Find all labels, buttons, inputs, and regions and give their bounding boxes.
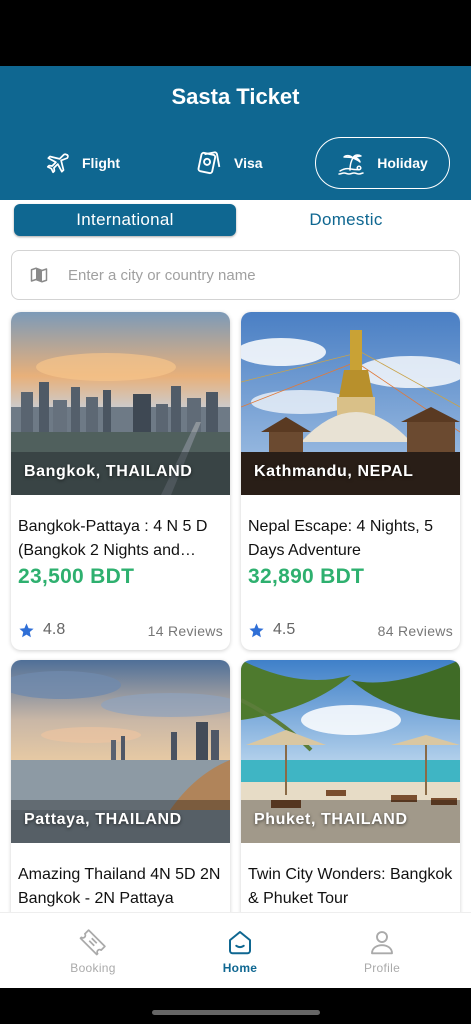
- package-rating: 4.5: [248, 621, 295, 639]
- nav-booking-label: Booking: [70, 961, 116, 975]
- star-icon: [249, 622, 264, 637]
- app-title: Sasta Ticket: [171, 84, 300, 109]
- app-screen: Sasta Ticket Flight Visa Holiday Interna…: [0, 0, 471, 1024]
- package-card[interactable]: Pattaya, THAILAND Amazing Thailand 4N 5D…: [11, 660, 230, 912]
- rating-value: 4.8: [43, 621, 66, 638]
- home-icon: [229, 931, 251, 955]
- package-title: Bangkok-Pattaya : 4 N 5 D (Bangkok 2 Nig…: [18, 518, 208, 559]
- system-gesture-area: [0, 988, 471, 1024]
- package-title: Nepal Escape: 4 Nights, 5 Days Adventure: [248, 518, 433, 559]
- status-bar: [0, 0, 471, 66]
- package-location: Bangkok, THAILAND: [24, 463, 193, 480]
- passport-icon: [197, 151, 221, 175]
- package-image: Bangkok, THAILAND: [11, 312, 230, 495]
- search-bar[interactable]: [11, 250, 460, 300]
- package-location: Kathmandu, NEPAL: [254, 463, 414, 480]
- header: Sasta Ticket Flight Visa Holiday: [0, 66, 471, 200]
- nav-home[interactable]: Home: [195, 927, 285, 975]
- tab-flight-label: Flight: [82, 155, 121, 171]
- region-segment: International Domestic: [14, 204, 460, 236]
- segment-domestic[interactable]: Domestic: [246, 204, 446, 236]
- tab-holiday-label: Holiday: [377, 155, 428, 171]
- package-price: 23,500 BDT: [18, 565, 135, 588]
- segment-international[interactable]: International: [14, 204, 236, 236]
- package-card[interactable]: Kathmandu, NEPAL Nepal Escape: 4 Nights,…: [241, 312, 460, 650]
- rating-value: 4.5: [273, 621, 296, 638]
- package-location: Phuket, THAILAND: [254, 811, 408, 828]
- bottom-nav: Booking Home Profile: [0, 912, 471, 988]
- review-count: 14 Reviews: [147, 623, 223, 639]
- nav-home-label: Home: [222, 961, 258, 975]
- package-rating: 4.8: [18, 621, 65, 639]
- user-icon: [371, 931, 393, 955]
- map-icon: [30, 267, 48, 283]
- tab-flight[interactable]: Flight: [44, 137, 120, 189]
- main-content: International Domestic Enter a city or c…: [0, 200, 471, 912]
- package-image: Pattaya, THAILAND: [11, 660, 230, 843]
- package-card[interactable]: Phuket, THAILAND Twin City Wonders: Bang…: [241, 660, 460, 912]
- ticket-icon: [79, 929, 106, 956]
- nav-profile-label: Profile: [363, 961, 401, 975]
- tab-visa-label: Visa: [234, 155, 263, 171]
- package-title: Amazing Thailand 4N 5D 2N Bangkok - 2N P…: [18, 866, 221, 907]
- package-card[interactable]: Bangkok, THAILAND Bangkok-Pattaya : 4 N …: [11, 312, 230, 650]
- tab-visa[interactable]: Visa: [194, 137, 263, 189]
- star-icon: [19, 622, 34, 637]
- package-title: Twin City Wonders: Bangkok & Phuket Tour: [248, 866, 453, 907]
- island-icon: [338, 154, 364, 175]
- nav-booking[interactable]: Booking: [48, 927, 138, 975]
- package-image: Kathmandu, NEPAL: [241, 312, 460, 495]
- plane-icon: [46, 153, 69, 174]
- review-count: 84 Reviews: [377, 623, 453, 639]
- nav-profile[interactable]: Profile: [337, 927, 427, 975]
- package-location: Pattaya, THAILAND: [24, 811, 182, 828]
- package-image: Phuket, THAILAND: [241, 660, 460, 843]
- home-indicator[interactable]: [152, 1010, 320, 1015]
- search-input[interactable]: [68, 266, 428, 284]
- package-price: 32,890 BDT: [248, 565, 365, 588]
- tab-holiday[interactable]: Holiday: [315, 137, 450, 189]
